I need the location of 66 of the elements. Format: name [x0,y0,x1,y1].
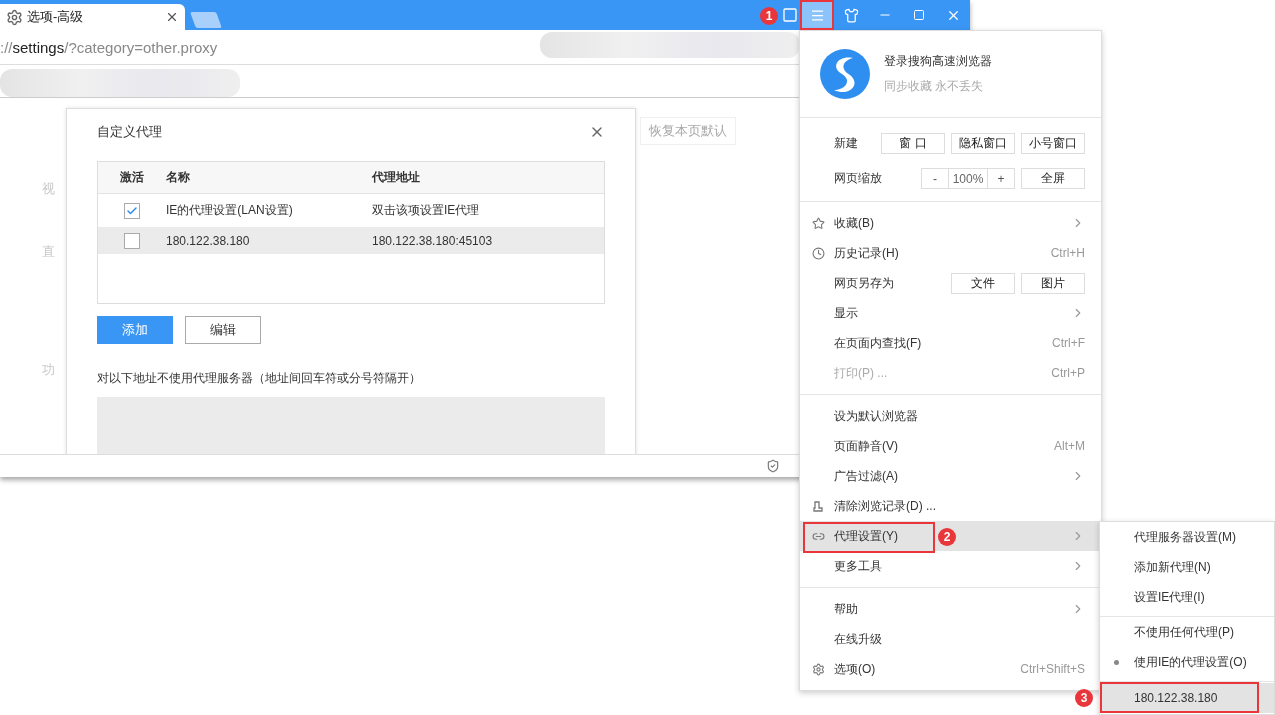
shortcut-text: Alt+M [1054,439,1085,453]
table-row[interactable]: 180.122.38.180 180.122.38.180:45103 [98,227,604,254]
column-header: 代理地址 [372,169,421,186]
login-link[interactable]: 登录搜狗高速浏览器 [884,53,992,70]
column-header: 名称 [166,169,191,186]
highlight-frame [800,0,834,30]
new-window-button[interactable]: 小号窗口 [1021,133,1085,154]
menu-item[interactable]: 设为默认浏览器 [800,401,1101,431]
star-icon [812,217,825,230]
address-text[interactable]: ://settings/?category=other.proxy [0,38,218,56]
menu-icon [809,7,825,23]
submenu-item[interactable]: 不使用任何代理(P) [1100,617,1274,647]
checkbox[interactable] [124,202,140,219]
menu-item[interactable]: 更多工具 [800,551,1101,581]
table-cell-text: 双击该项设置IE代理 [372,202,481,219]
menu-item[interactable]: 显示 [800,298,1101,328]
menu-item[interactable]: 在线升级 [800,624,1101,654]
menu-item[interactable]: 收藏(B) [800,208,1101,238]
check-icon [126,204,138,217]
edit-button[interactable]: 编辑 [185,316,261,344]
shortcut-text: Ctrl+F [1052,336,1085,350]
menu-item[interactable]: 清除浏览记录(D) ... [800,491,1101,521]
new-window-button[interactable]: 隐私窗口 [951,133,1015,154]
submenu-item[interactable]: 代理服务器设置(M) [1100,522,1274,552]
link-icon [812,530,825,543]
square-icon [783,8,797,22]
submenu-item[interactable]: 使用IE的代理设置(O) [1100,647,1274,677]
table-cell-text: 180.122.38.180:45103 [372,233,494,248]
zoom-label: 网页缩放 [834,170,883,187]
fullscreen-button[interactable]: 全屏 [1021,168,1085,189]
new-window-button[interactable]: 窗 口 [881,133,945,154]
menu-item[interactable]: 帮助 [800,594,1101,624]
submenu-item[interactable]: 设置IE代理(I) [1100,582,1274,612]
shortcut-text: Ctrl+Shift+S [1020,662,1085,676]
maximize-icon [913,9,925,21]
eraser-icon [812,500,825,513]
menu-item[interactable]: 页面静音(V) Alt+M [800,431,1101,461]
settings-icon [6,8,23,26]
save-as-button[interactable]: 文件 [951,272,1015,294]
submenu-item[interactable]: 添加新代理(N) [1100,552,1274,582]
browser-tab[interactable]: 选项-高级 [0,4,185,30]
dialog-title: 自定义代理 [97,123,162,141]
clock-icon [812,247,825,260]
exclusion-field[interactable] [97,397,605,454]
settings-icon [812,663,825,676]
shirt-icon [843,7,859,23]
table-cell-text: 180.122.38.180 [166,233,251,248]
menu-item[interactable]: 网页另存为 文件 图片 [800,268,1101,298]
save-as-button[interactable]: 图片 [1021,272,1085,294]
close-icon[interactable] [165,10,179,24]
step-badge: 3 [1075,689,1093,707]
menu-item[interactable]: 历史记录(H) Ctrl+H [800,238,1101,268]
menu-item[interactable]: 选项(O) Ctrl+Shift+S [800,654,1101,684]
new-tab-button[interactable] [190,12,222,28]
table-cell-text: IE的代理设置(LAN设置) [166,202,294,219]
shield-icon[interactable] [766,459,780,473]
menu-item[interactable]: 在页面内查找(F) Ctrl+F [800,328,1101,358]
checkbox[interactable] [124,232,140,249]
login-subtitle: 同步收藏 永不丢失 [884,78,985,95]
new-label: 新建 [834,135,859,152]
column-header: 激活 [120,169,144,186]
exclusion-label: 对以下地址不使用代理服务器（地址间回车符或分号符隔开） [97,370,422,387]
shortcut-text: Ctrl+H [1050,246,1085,260]
menu-item[interactable]: 广告过滤(A) [800,461,1101,491]
shortcut-text: Ctrl+P [1051,366,1085,380]
logo-icon [820,49,870,99]
